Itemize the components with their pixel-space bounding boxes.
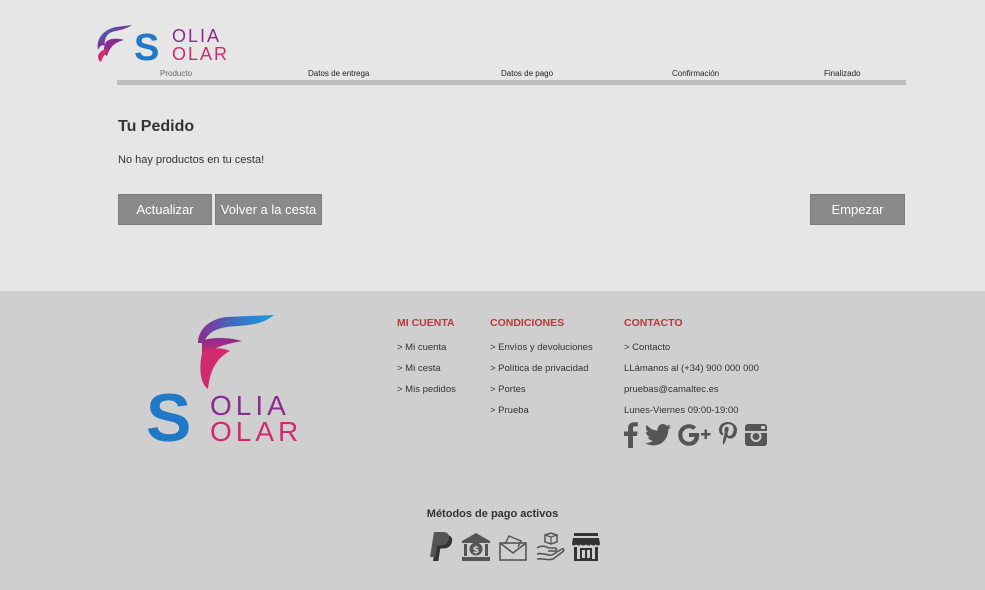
- page-footer: S OLIA OLAR MI CUENTA > Mi cuenta > Mi c…: [0, 291, 985, 590]
- update-button[interactable]: Actualizar: [118, 194, 212, 225]
- footer-contact-column: CONTACTO > Contacto LLámanos al (+34) 90…: [624, 317, 759, 421]
- svg-text:$: $: [473, 545, 480, 556]
- account-title: MI CUENTA: [397, 317, 455, 329]
- footer-account-column: MI CUENTA > Mi cuenta > Mi cesta > Mis p…: [397, 317, 456, 400]
- footer-link-my-account[interactable]: > Mi cuenta: [397, 337, 456, 358]
- conditions-title: CONDICIONES: [490, 317, 565, 329]
- logo-line2: OLAR: [172, 44, 229, 64]
- step-datos-entrega: Datos de entrega: [308, 69, 370, 78]
- logo-letter-s: S: [134, 27, 159, 66]
- footer-logo-letter-s: S: [146, 380, 191, 443]
- checkout-steps: Producto Datos de entrega Datos de pago …: [117, 66, 906, 88]
- back-to-cart-button[interactable]: Volver a la cesta: [215, 194, 322, 225]
- contact-hours: Lunes-Viernes 09:00-19:00: [624, 405, 739, 416]
- footer-link-my-cart[interactable]: > Mi cesta: [397, 358, 456, 379]
- google-plus-icon[interactable]: [678, 424, 712, 446]
- checkout-progress-bar: [117, 80, 906, 85]
- step-confirmacion: Confirmación: [672, 69, 720, 78]
- footer-link-contact[interactable]: > Contacto: [624, 337, 759, 358]
- page-title: Tu Pedido: [118, 118, 195, 135]
- twitter-icon[interactable]: [645, 424, 671, 446]
- logo-line1: OLIA: [172, 26, 221, 46]
- contact-title: CONTACTO: [624, 317, 683, 329]
- paypal-icon: [430, 532, 453, 561]
- footer-link-my-orders[interactable]: > Mis pedidos: [397, 379, 456, 400]
- payment-methods-title: Métodos de pago activos: [426, 508, 559, 520]
- social-links: [624, 422, 768, 448]
- contact-phone: LLámanos al (+34) 900 000 000: [624, 363, 759, 374]
- solia-solar-logo[interactable]: S OLIA OLAR: [92, 20, 262, 66]
- instagram-icon[interactable]: [744, 423, 768, 447]
- empty-cart-message: No hay productos en tu cesta!: [118, 154, 265, 166]
- step-producto: Producto: [160, 69, 193, 78]
- store-pickup-icon: [572, 533, 600, 561]
- start-button[interactable]: Empezar: [810, 194, 905, 225]
- facebook-icon[interactable]: [624, 422, 638, 448]
- pinterest-icon[interactable]: [719, 422, 737, 448]
- step-finalizado: Finalizado: [824, 69, 861, 78]
- cash-on-delivery-icon: [536, 532, 565, 561]
- footer-conditions-column: CONDICIONES > Envíos y devoluciones > Po…: [490, 317, 593, 421]
- footer-link-privacy-policy[interactable]: > Política de privacidad: [490, 358, 593, 379]
- bank-transfer-icon: $: [462, 533, 490, 561]
- contact-email[interactable]: pruebas@camaltec.es: [624, 379, 759, 400]
- footer-logo[interactable]: S OLIA OLAR: [146, 313, 328, 443]
- footer-link-shipping-costs[interactable]: > Portes: [490, 379, 593, 400]
- cash-envelope-icon: [499, 535, 527, 561]
- payment-methods: $: [428, 532, 600, 562]
- footer-logo-line2: OLAR: [210, 416, 302, 443]
- step-datos-pago: Datos de pago: [501, 69, 554, 78]
- page-header: S OLIA OLAR Producto Datos de entrega Da…: [0, 0, 985, 290]
- footer-link-test[interactable]: > Prueba: [490, 400, 593, 421]
- footer-link-shipping-returns[interactable]: > Envíos y devoluciones: [490, 337, 593, 358]
